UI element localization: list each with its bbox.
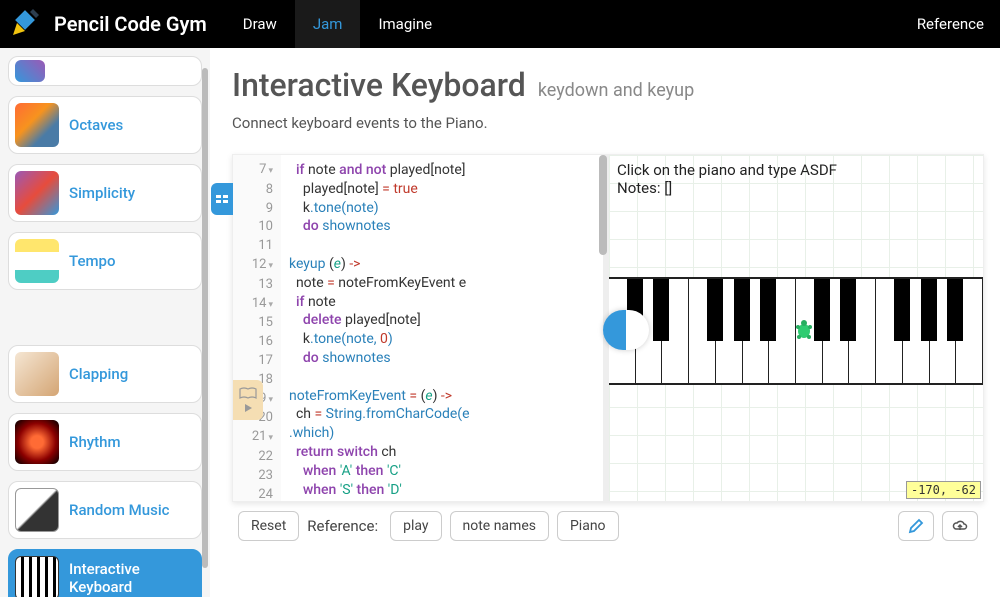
reference-label: Reference:: [307, 517, 378, 535]
sidebar-item-random-music[interactable]: Random Music: [8, 481, 202, 539]
sidebar-label: Tempo: [69, 252, 116, 270]
sidebar-item-rhythm[interactable]: Rhythm: [8, 413, 202, 471]
workspace: 789101112131415161718192021222324 if not…: [232, 154, 984, 502]
code-editor[interactable]: 789101112131415161718192021222324 if not…: [233, 155, 603, 501]
sidebar: Octaves Simplicity Tempo Clapping Rhythm…: [0, 48, 210, 597]
thumbnail-icon: [15, 103, 59, 147]
tab-imagine[interactable]: Imagine: [360, 0, 450, 48]
upload-button[interactable]: [942, 511, 978, 541]
tab-draw[interactable]: Draw: [225, 0, 295, 48]
thumbnail-icon: [15, 556, 59, 597]
blocks-toggle-tab[interactable]: [211, 183, 233, 215]
piano-black-key[interactable]: [947, 279, 963, 341]
page-description: Connect keyboard events to the Piano.: [232, 114, 984, 132]
preview-help-text: Click on the piano and type ASDF Notes: …: [617, 161, 837, 197]
pane-split-handle[interactable]: [603, 310, 649, 350]
editor-scrollbar[interactable]: [599, 155, 607, 255]
page-title: Interactive Keyboard: [232, 66, 526, 104]
sidebar-scrollbar[interactable]: [202, 68, 208, 568]
piano-black-key[interactable]: [840, 279, 856, 341]
sidebar-item-octaves[interactable]: Octaves: [8, 96, 202, 154]
piano-black-key[interactable]: [894, 279, 910, 341]
ref-piano-button[interactable]: Piano: [557, 511, 619, 541]
thumbnail-icon: [15, 488, 59, 532]
content-area: Interactive Keyboard keydown and keyup C…: [210, 48, 1000, 597]
sidebar-item-simplicity[interactable]: Simplicity: [8, 164, 202, 222]
sidebar-item-prev[interactable]: [8, 56, 202, 86]
piano-black-key[interactable]: [707, 279, 723, 341]
brand-title: Pencil Code Gym: [48, 12, 225, 36]
piano-black-key[interactable]: [814, 279, 830, 341]
page-subtitle: keydown and keyup: [538, 80, 694, 101]
piano-white-key[interactable]: [689, 279, 716, 383]
thumbnail-icon: [15, 420, 59, 464]
ref-play-button[interactable]: play: [390, 511, 441, 541]
sidebar-label: Octaves: [69, 116, 123, 134]
sidebar-label: Random Music: [69, 501, 169, 519]
sidebar-label: Interactive Keyboard: [69, 560, 195, 596]
reference-link[interactable]: Reference: [901, 15, 1000, 33]
pencil-icon: [908, 518, 924, 534]
piano-black-key[interactable]: [921, 279, 937, 341]
sidebar-label: Simplicity: [69, 184, 135, 202]
logo-icon[interactable]: [0, 0, 48, 48]
turtle-icon: [795, 319, 813, 341]
editor-code[interactable]: if note and not played[note] played[note…: [281, 155, 603, 501]
tab-jam[interactable]: Jam: [295, 0, 361, 48]
sidebar-label: Clapping: [69, 365, 128, 383]
coordinates-readout: -170, -62: [906, 481, 981, 499]
cloud-up-icon: [952, 518, 968, 534]
preview-pane[interactable]: Click on the piano and type ASDF Notes: …: [609, 155, 983, 501]
ref-note-names-button[interactable]: note names: [450, 511, 549, 541]
sidebar-item-tempo[interactable]: Tempo: [8, 232, 202, 290]
top-bar: Pencil Code Gym Draw Jam Imagine Referen…: [0, 0, 1000, 48]
thumbnail-icon: [15, 352, 59, 396]
sidebar-item-clapping[interactable]: Clapping: [8, 345, 202, 403]
piano-black-key[interactable]: [734, 279, 750, 341]
thumbnail-icon: [15, 239, 59, 283]
sidebar-item-interactive-keyboard[interactable]: Interactive Keyboard: [8, 549, 202, 597]
reset-button[interactable]: Reset: [238, 511, 299, 541]
editor-gutter: 789101112131415161718192021222324: [233, 155, 281, 501]
piano-white-key[interactable]: [876, 279, 903, 383]
bottom-bar: Reset Reference: play note names Piano: [232, 502, 984, 550]
piano-black-key[interactable]: [653, 279, 669, 341]
edit-button[interactable]: [898, 511, 934, 541]
book-tab[interactable]: [233, 380, 263, 420]
sidebar-label: Rhythm: [69, 433, 121, 451]
thumbnail-icon: [15, 171, 59, 215]
piano-black-key[interactable]: [760, 279, 776, 341]
